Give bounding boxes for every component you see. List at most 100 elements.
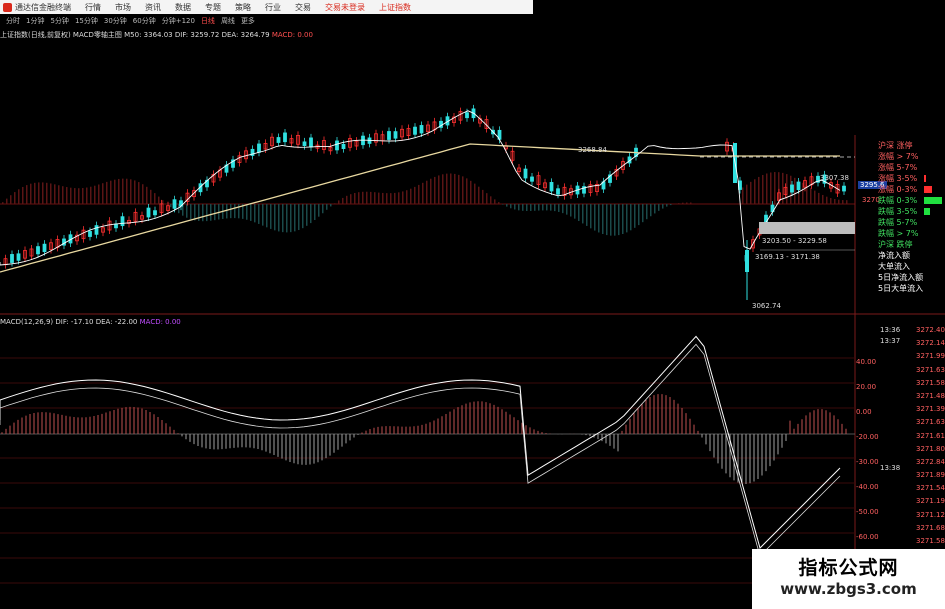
main-macd-bar bbox=[134, 180, 136, 204]
main-macd-bar bbox=[122, 178, 124, 204]
main-macd-bar bbox=[330, 204, 332, 207]
tick-time: 13:36 bbox=[880, 326, 901, 334]
main-macd-bar bbox=[294, 204, 296, 232]
candle-body bbox=[114, 223, 118, 229]
main-macd-bar bbox=[206, 204, 208, 222]
breadth-row-label: 跌幅 > 7% bbox=[878, 229, 919, 238]
main-macd-bar bbox=[458, 174, 460, 204]
breadth-row[interactable]: 涨幅 > 7% bbox=[878, 151, 945, 162]
candle-body bbox=[387, 131, 391, 140]
main-macd-bar bbox=[370, 191, 372, 204]
main-macd-bar bbox=[290, 204, 292, 233]
tick-time: 13:38 bbox=[880, 464, 901, 472]
candle-body bbox=[16, 253, 21, 261]
main-macd-bar bbox=[478, 186, 480, 204]
candle-body bbox=[530, 176, 534, 182]
breadth-row-label: 涨幅 > 7% bbox=[878, 152, 919, 161]
candle-body bbox=[172, 199, 177, 209]
main-macd-bar bbox=[514, 204, 516, 210]
candle-body bbox=[796, 181, 801, 191]
main-macd-bar bbox=[286, 204, 288, 233]
candle-body bbox=[335, 140, 339, 151]
main-macd-bar bbox=[762, 174, 764, 204]
main-macd-bar bbox=[358, 192, 360, 204]
main-macd-bar bbox=[38, 182, 40, 204]
main-macd-bar bbox=[258, 204, 260, 224]
main-macd-bar bbox=[322, 204, 324, 214]
main-macd-bar bbox=[654, 204, 656, 214]
main-macd-bar bbox=[50, 183, 52, 204]
macd-axis-label: -30.00 bbox=[856, 458, 879, 466]
breadth-row[interactable]: 沪深 涨停 bbox=[878, 140, 945, 151]
main-macd-bar bbox=[554, 204, 556, 212]
main-macd-bar bbox=[98, 184, 100, 204]
main-macd-bar bbox=[58, 185, 60, 204]
main-macd-bar bbox=[574, 204, 576, 219]
main-macd-bar bbox=[150, 189, 152, 204]
breadth-row[interactable]: 跌幅 5-7% bbox=[878, 217, 945, 228]
main-macd-bar bbox=[594, 204, 596, 231]
main-macd-bar bbox=[450, 173, 452, 204]
main-macd-bar bbox=[10, 195, 12, 204]
main-macd-bar bbox=[634, 204, 636, 228]
candle-body bbox=[10, 254, 14, 263]
main-macd-bar bbox=[406, 190, 408, 204]
main-macd-bar bbox=[42, 182, 44, 204]
main-macd-bar bbox=[378, 192, 380, 204]
breadth-row[interactable]: 跌幅 > 7% bbox=[878, 228, 945, 239]
main-macd-bar bbox=[590, 204, 592, 229]
main-macd-bar bbox=[118, 178, 120, 204]
breadth-row[interactable]: 涨幅 0-3% bbox=[878, 184, 945, 195]
main-macd-bar bbox=[270, 204, 272, 229]
main-macd-bar bbox=[402, 191, 404, 204]
main-macd-bar bbox=[422, 182, 424, 204]
flow-row[interactable]: 5日净流入额 bbox=[878, 272, 945, 283]
main-macd-bar bbox=[638, 204, 640, 226]
tick-price: 3271.68 bbox=[916, 523, 945, 532]
breadth-row[interactable]: 跌幅 3-5% bbox=[878, 206, 945, 217]
flow-row[interactable]: 5日大单流入 bbox=[878, 283, 945, 294]
candle-body bbox=[42, 243, 47, 253]
flow-row[interactable]: 净流入额 bbox=[878, 250, 945, 261]
candle-body bbox=[309, 137, 313, 148]
main-macd-bar bbox=[374, 192, 376, 204]
main-macd-bar bbox=[646, 204, 648, 220]
main-macd-bar bbox=[2, 202, 4, 204]
main-macd-bar bbox=[446, 173, 448, 204]
main-macd-bar bbox=[110, 180, 112, 204]
main-macd-bar bbox=[754, 179, 756, 204]
macd-axis-label: 20.00 bbox=[856, 383, 877, 391]
main-macd-bar bbox=[510, 204, 512, 209]
main-macd-bar bbox=[250, 204, 252, 221]
candle-body bbox=[341, 143, 346, 149]
main-macd-bar bbox=[266, 204, 268, 228]
main-macd-bar bbox=[830, 198, 832, 204]
breadth-row[interactable]: 涨幅 5-7% bbox=[878, 162, 945, 173]
main-macd-bar bbox=[526, 204, 528, 211]
chart-canvas[interactable] bbox=[0, 0, 945, 609]
candle-body bbox=[94, 225, 99, 235]
tick-time: 13:37 bbox=[880, 337, 901, 345]
main-macd-bar bbox=[186, 204, 188, 218]
main-macd-bar bbox=[366, 191, 368, 204]
main-macd-bar bbox=[158, 196, 160, 204]
breadth-row[interactable]: 跌幅 0-3% bbox=[878, 195, 945, 206]
flow-row[interactable]: 大单流入 bbox=[878, 261, 945, 272]
breadth-row[interactable]: 沪深 跌停 bbox=[878, 239, 945, 250]
main-macd-bar bbox=[190, 204, 192, 220]
main-macd-bar bbox=[566, 204, 568, 215]
breadth-row[interactable]: 涨幅 3-5% bbox=[878, 173, 945, 184]
macd-axis: 40.00 20.00 0.00 -20.00 -30.00 -40.00 -50.00 -6… bbox=[856, 358, 879, 558]
price-range-box bbox=[759, 222, 855, 234]
main-macd-bar bbox=[538, 204, 540, 211]
main-macd-bar bbox=[518, 204, 520, 211]
main-macd-bar bbox=[846, 200, 848, 204]
candle-body bbox=[283, 132, 287, 143]
main-macd-bar bbox=[326, 204, 328, 210]
main-macd-bar bbox=[298, 204, 300, 231]
main-macd-bar bbox=[114, 179, 116, 204]
main-macd-bar bbox=[362, 191, 364, 204]
main-macd-bar bbox=[394, 192, 396, 204]
candle-body bbox=[790, 184, 794, 193]
main-macd-bar bbox=[102, 183, 104, 204]
